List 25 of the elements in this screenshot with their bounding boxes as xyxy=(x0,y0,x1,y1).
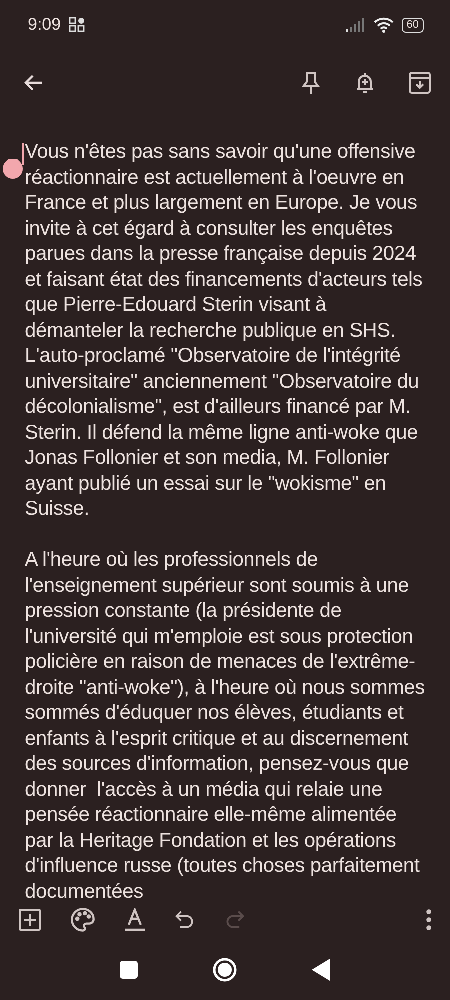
status-time: 9:09 xyxy=(28,15,62,35)
reminder-button[interactable] xyxy=(354,70,376,94)
redo-icon xyxy=(224,909,246,931)
text-format-icon xyxy=(124,908,146,932)
recents-button[interactable] xyxy=(120,961,138,979)
add-button[interactable] xyxy=(18,908,42,932)
palette-icon xyxy=(70,907,96,933)
undo-icon xyxy=(174,909,196,931)
more-button[interactable] xyxy=(426,909,432,931)
add-box-icon xyxy=(18,908,42,932)
apps-icon xyxy=(69,17,86,33)
archive-button[interactable] xyxy=(408,70,432,94)
format-button[interactable] xyxy=(124,908,146,932)
selection-handle[interactable] xyxy=(2,159,22,179)
note-paragraph[interactable]: A l'heure où les professionnels de l'enseignement supérieur sont soumis à une pression constante (la présidente de l'université qui m'emploie est sous protection policière en raison de menaces de l'extrême-droite "anti-woke"), à l'heure où nous sommes sommés d'éduquer nos élèves, étudiants et enfants à l'esprit critique et au discernement des sources d'information, pensez-vous que donner l'accès à un média qui relaie une pensée réactionnaire elle-même alimentée par la Heritage Fondation et les opérations d'influence russe (toutes choses parfaitement documentées xyxy=(25,548,430,900)
note-paragraph[interactable]: Vous n'êtes pas sans savoir qu'une offensive réactionnaire est actuellement à l'oeuvre en France et plus largement en Europe. Je vous invite à cet égard à consulter les enquêtes parues dans la presse française depuis 2024 et faisant état des financements d'acteurs tels que Pierre-Edouard Sterin visant à démanteler la recherche publique en SHS. L'auto-proclamé "Observatoire de l'intégrité universitaire" anciennement "Observatoire du décolonialisme", est d'ailleurs financé par M. Sterin. Il défend la même ligne anti-woke que Jonas Follonier et son media, M. Follonier ayant publié un essai sur le "wokisme" en Suisse. xyxy=(25,140,430,522)
back-nav-button[interactable] xyxy=(312,959,330,981)
undo-button[interactable] xyxy=(174,909,196,931)
palette-button[interactable] xyxy=(70,907,96,933)
home-button[interactable] xyxy=(213,958,237,982)
wifi-icon xyxy=(374,17,394,33)
signal-icon xyxy=(344,18,366,32)
text-cursor xyxy=(22,143,24,165)
pin-button[interactable] xyxy=(300,70,322,94)
battery-level: 60 xyxy=(402,18,424,32)
